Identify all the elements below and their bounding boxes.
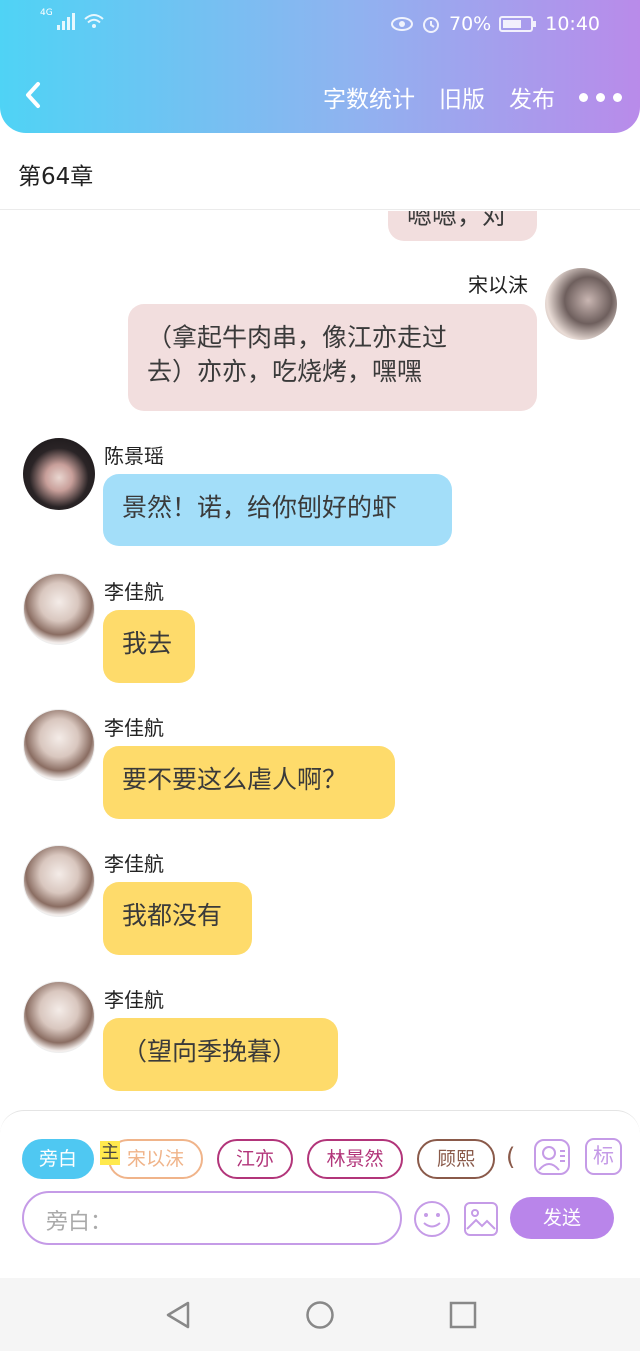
- chat-list[interactable]: 嗯嗯，对 宋以沫 （拿起牛肉串，像江亦走过 去）亦亦，吃烧烤，嘿嘿 陈景瑶 景然…: [0, 211, 640, 1111]
- eye-icon: [391, 17, 413, 31]
- message-input[interactable]: 旁白：: [22, 1191, 402, 1245]
- battery-level: [503, 20, 522, 28]
- network-type: 4G: [40, 8, 53, 18]
- role-chip[interactable]: 顾熙: [417, 1139, 495, 1179]
- message-bubble[interactable]: （拿起牛肉串，像江亦走过 去）亦亦，吃烧烤，嘿嘿: [128, 304, 537, 411]
- message-text: 我都没有: [122, 901, 223, 930]
- battery-percent: 70%: [449, 13, 492, 35]
- old-version-button[interactable]: 旧版: [439, 80, 485, 114]
- back-arrow-icon[interactable]: [20, 78, 50, 112]
- message-bubble[interactable]: 我去: [103, 610, 195, 683]
- clock: 10:40: [545, 13, 600, 35]
- status-bar: 4G 70% 10:40: [0, 0, 640, 50]
- avatar[interactable]: [23, 438, 95, 510]
- role-chip[interactable]: 宋以沫: [108, 1139, 203, 1179]
- message-text: 我去: [122, 629, 173, 658]
- chapter-bar: 第64章: [0, 140, 640, 210]
- speaker-name: 李佳航: [104, 852, 164, 876]
- speaker-name: 陈景瑶: [104, 444, 164, 468]
- more-icon[interactable]: [579, 92, 622, 102]
- recents-square-icon[interactable]: [449, 1301, 477, 1329]
- compose-panel: 旁白 宋以沫 主 江亦 林景然 顾熙 ( 标 旁白： 发送: [0, 1110, 640, 1245]
- role-chip-partial[interactable]: (: [506, 1143, 515, 1171]
- speaker-name: 李佳航: [104, 716, 164, 740]
- chapter-title[interactable]: 第64章: [18, 157, 93, 191]
- avatar[interactable]: [23, 573, 95, 645]
- speaker-name: 宋以沫: [468, 273, 528, 297]
- home-circle-icon[interactable]: [305, 1300, 335, 1330]
- message-bubble[interactable]: 我都没有: [103, 882, 252, 955]
- emoji-icon[interactable]: [412, 1199, 452, 1239]
- role-chip[interactable]: 林景然: [307, 1139, 403, 1179]
- avatar[interactable]: [23, 709, 95, 781]
- back-triangle-icon[interactable]: [164, 1300, 192, 1330]
- word-count-button[interactable]: 字数统计: [323, 80, 415, 114]
- input-placeholder: 旁白：: [46, 1210, 113, 1235]
- message-bubble[interactable]: 景然！诺，给你刨好的虾: [103, 474, 452, 546]
- speaker-name: 李佳航: [104, 988, 164, 1012]
- character-manage-icon[interactable]: [533, 1138, 571, 1176]
- message-bubble[interactable]: 嗯嗯，对: [388, 211, 537, 241]
- battery-icon: [499, 16, 537, 32]
- message-text: 景然！诺，给你刨好的虾: [122, 493, 398, 522]
- role-chip-narration[interactable]: 旁白: [22, 1139, 94, 1179]
- message-bubble[interactable]: （望向季挽暮）: [103, 1018, 338, 1091]
- message-text: 嗯嗯，对: [407, 211, 508, 230]
- speaker-name: 李佳航: [104, 580, 164, 604]
- publish-button[interactable]: 发布: [509, 80, 555, 114]
- role-chip[interactable]: 江亦: [217, 1139, 293, 1179]
- send-button[interactable]: 发送: [510, 1197, 614, 1239]
- avatar[interactable]: [23, 845, 95, 917]
- wifi-icon: [84, 14, 104, 28]
- system-nav-bar: [0, 1278, 640, 1351]
- message-bubble[interactable]: 要不要这么虐人啊？: [103, 746, 395, 819]
- image-icon[interactable]: [462, 1200, 500, 1238]
- toolbar: 字数统计 旧版 发布: [0, 70, 640, 122]
- main-role-tag: 主: [100, 1141, 120, 1165]
- top-header: 4G 70% 10:40 字数统计 旧版 发布: [0, 0, 640, 133]
- message-text: （望向季挽暮）: [122, 1037, 298, 1066]
- message-text: （拿起牛肉串，像江亦走过: [147, 323, 448, 352]
- message-text: 要不要这么虐人啊？: [122, 765, 348, 794]
- signal-icon: [56, 12, 75, 30]
- message-text: 去）亦亦，吃烧烤，嘿嘿: [147, 357, 423, 386]
- alarm-icon: [423, 17, 439, 33]
- mark-button[interactable]: 标: [585, 1138, 622, 1175]
- mark-label: 标: [593, 1144, 614, 1168]
- avatar[interactable]: [545, 268, 617, 340]
- avatar[interactable]: [23, 981, 95, 1053]
